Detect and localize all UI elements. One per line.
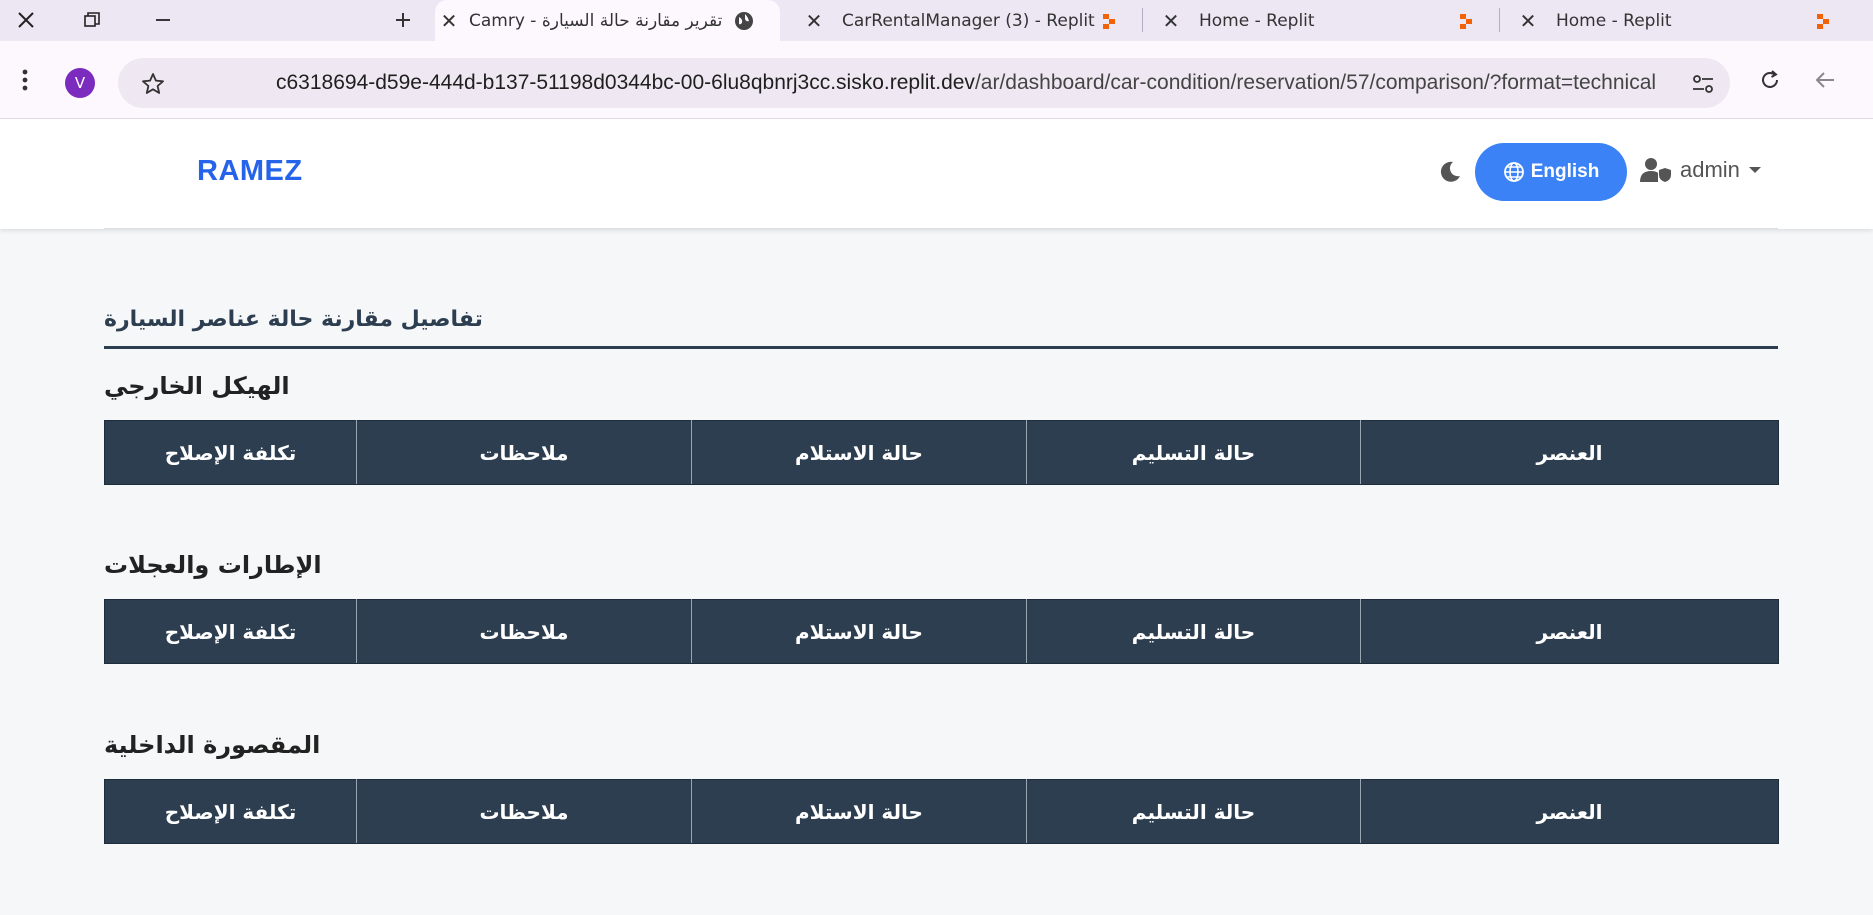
- language-label: English: [1530, 161, 1600, 182]
- replit-icon: [1812, 10, 1834, 32]
- globe-icon: [733, 10, 755, 32]
- language-toggle-button[interactable]: English: [1475, 143, 1627, 201]
- url-text: c6318694-d59e-444d-b137-51198d0344bc-00-…: [276, 71, 1796, 95]
- url-path: /ar/dashboard/car-condition/reservation/…: [974, 71, 1657, 94]
- caret-down-icon: [1748, 167, 1761, 173]
- menu-dots-icon[interactable]: [10, 63, 40, 97]
- table-header-row: العنصر حالة التسليم حالة الاستلام ملاحظا…: [104, 599, 1779, 664]
- moon-icon[interactable]: [1438, 160, 1462, 184]
- tab-active[interactable]: ✕ Camry - تقرير مقارنة حالة السيارة: [435, 0, 780, 41]
- tab-separator: [1142, 8, 1143, 32]
- globe-icon: [1503, 162, 1524, 182]
- column-header-item: العنصر: [1360, 420, 1779, 485]
- header-divider: [104, 228, 1778, 229]
- group-heading-tires: الإطارات والعجلات: [104, 551, 322, 579]
- column-header-repair-cost: تكلفة الإصلاح: [104, 599, 357, 664]
- browser-toolbar: V c6318694-d59e-444d-b137-51198d0344bc-0…: [0, 41, 1873, 119]
- section-title: تفاصيل مقارنة حالة عناصر السيارة: [104, 305, 1778, 349]
- tab-title: CarRentalManager (3) - Replit: [842, 10, 1095, 31]
- column-header-notes: ملاحظات: [356, 420, 692, 485]
- comparison-table-exterior: العنصر حالة التسليم حالة الاستلام ملاحظا…: [104, 420, 1779, 485]
- column-header-delivery-status: حالة التسليم: [1026, 420, 1361, 485]
- close-tab-icon[interactable]: ✕: [1514, 9, 1542, 33]
- close-tab-icon[interactable]: ✕: [800, 9, 828, 33]
- new-tab-button[interactable]: [383, 4, 423, 36]
- tab-separator: [1499, 8, 1500, 32]
- close-tab-icon[interactable]: ✕: [1157, 9, 1185, 33]
- comparison-table-interior: العنصر حالة التسليم حالة الاستلام ملاحظا…: [104, 779, 1779, 844]
- restore-window-icon[interactable]: [72, 4, 112, 36]
- replit-icon: [1098, 10, 1120, 32]
- profile-avatar[interactable]: V: [65, 68, 95, 98]
- site-settings-icon[interactable]: [1690, 71, 1716, 97]
- tab-home-replit-1[interactable]: ✕ Home - Replit: [1157, 0, 1497, 41]
- section-title-text: تفاصيل مقارنة حالة عناصر السيارة: [104, 307, 483, 332]
- replit-icon: [1455, 10, 1477, 32]
- column-header-return-status: حالة الاستلام: [691, 599, 1027, 664]
- column-header-delivery-status: حالة التسليم: [1026, 779, 1361, 844]
- group-heading-exterior: الهيكل الخارجي: [104, 372, 290, 400]
- brand-logo[interactable]: RAMEZ: [197, 155, 303, 188]
- column-header-notes: ملاحظات: [356, 599, 692, 664]
- column-header-notes: ملاحظات: [356, 779, 692, 844]
- site-header: RAMEZ English admin: [0, 119, 1873, 229]
- column-header-repair-cost: تكلفة الإصلاح: [104, 779, 357, 844]
- user-name: admin: [1680, 157, 1740, 182]
- table-header-row: العنصر حالة التسليم حالة الاستلام ملاحظا…: [104, 420, 1779, 485]
- url-host: c6318694-d59e-444d-b137-51198d0344bc-00-…: [276, 71, 975, 94]
- back-arrow-icon[interactable]: [1810, 65, 1840, 95]
- tab-title: Camry - تقرير مقارنة حالة السيارة: [469, 10, 723, 31]
- reload-icon[interactable]: [1755, 65, 1785, 95]
- column-header-return-status: حالة الاستلام: [691, 420, 1027, 485]
- user-shield-icon: [1640, 158, 1671, 182]
- comparison-table-tires: العنصر حالة التسليم حالة الاستلام ملاحظا…: [104, 599, 1779, 664]
- tab-home-replit-2[interactable]: ✕ Home - Replit: [1514, 0, 1854, 41]
- column-header-delivery-status: حالة التسليم: [1026, 599, 1361, 664]
- table-header-row: العنصر حالة التسليم حالة الاستلام ملاحظا…: [104, 779, 1779, 844]
- user-menu[interactable]: admin: [1640, 157, 1762, 183]
- star-icon[interactable]: [140, 71, 166, 97]
- column-header-item: العنصر: [1360, 779, 1779, 844]
- tab-title: Home - Replit: [1556, 10, 1672, 31]
- column-header-item: العنصر: [1360, 599, 1779, 664]
- address-bar[interactable]: c6318694-d59e-444d-b137-51198d0344bc-00-…: [118, 58, 1730, 108]
- minimize-window-icon[interactable]: [143, 4, 183, 36]
- tab-title: Home - Replit: [1199, 10, 1315, 31]
- tab-carrentalmanager[interactable]: ✕ CarRentalManager (3) - Replit: [800, 0, 1140, 41]
- browser-tab-strip: ✕ Camry - تقرير مقارنة حالة السيارة ✕ Ca…: [0, 0, 1873, 41]
- close-window-icon[interactable]: [6, 4, 46, 36]
- close-tab-icon[interactable]: ✕: [435, 9, 463, 33]
- column-header-repair-cost: تكلفة الإصلاح: [104, 420, 357, 485]
- group-heading-interior: المقصورة الداخلية: [104, 731, 321, 759]
- column-header-return-status: حالة الاستلام: [691, 779, 1027, 844]
